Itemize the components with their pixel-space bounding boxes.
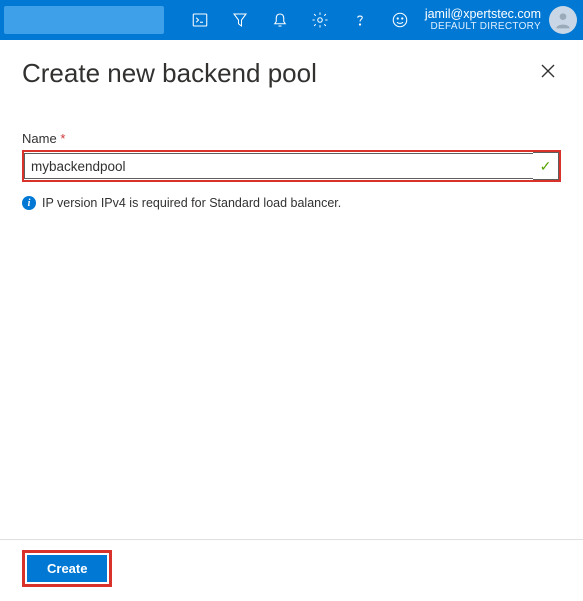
name-field-group: Name * ✓ <box>22 131 561 182</box>
cloud-shell-icon[interactable] <box>180 0 220 40</box>
create-backend-pool-panel: Create new backend pool Name * ✓ i IP ve… <box>0 40 583 601</box>
create-button-highlight: Create <box>22 550 112 587</box>
close-icon[interactable] <box>535 58 561 88</box>
name-input[interactable] <box>24 153 533 179</box>
info-icon: i <box>22 196 36 210</box>
top-nav-bar: jamil@xpertstec.com DEFAULT DIRECTORY <box>0 0 583 40</box>
directory-filter-icon[interactable] <box>220 0 260 40</box>
global-search-input[interactable] <box>4 6 164 34</box>
feedback-icon[interactable] <box>380 0 420 40</box>
create-button[interactable]: Create <box>27 555 107 582</box>
check-icon: ✓ <box>533 152 559 180</box>
settings-icon[interactable] <box>300 0 340 40</box>
directory-label: DEFAULT DIRECTORY <box>425 21 541 32</box>
panel-title: Create new backend pool <box>22 58 317 89</box>
name-input-highlight: ✓ <box>22 150 561 182</box>
avatar <box>549 6 577 34</box>
topbar-icon-group <box>180 0 420 40</box>
user-email: jamil@xpertstec.com <box>425 8 541 22</box>
panel-footer: Create <box>0 539 583 601</box>
info-text: IP version IPv4 is required for Standard… <box>42 196 341 210</box>
account-menu[interactable]: jamil@xpertstec.com DEFAULT DIRECTORY <box>425 6 583 34</box>
help-icon[interactable] <box>340 0 380 40</box>
name-label: Name * <box>22 131 561 146</box>
info-message: i IP version IPv4 is required for Standa… <box>22 196 561 210</box>
notifications-icon[interactable] <box>260 0 300 40</box>
